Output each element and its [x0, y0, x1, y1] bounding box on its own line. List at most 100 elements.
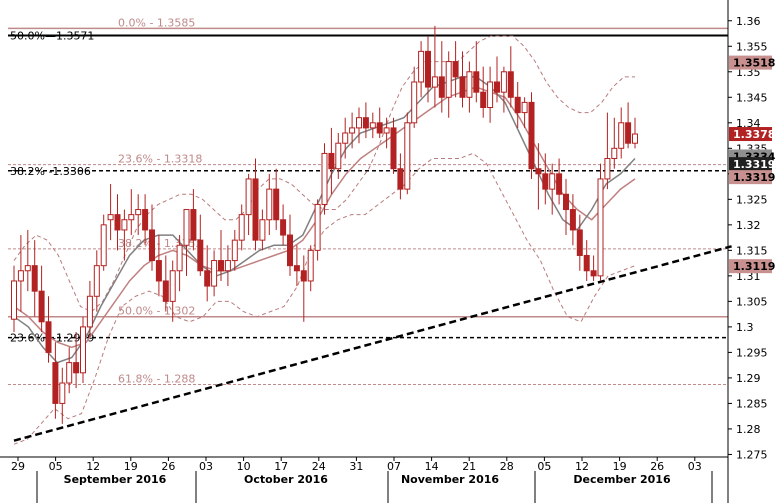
candle-body: [52, 362, 59, 404]
candle-body: [245, 178, 252, 216]
candle-body: [445, 61, 452, 98]
candle-body: [176, 244, 183, 272]
candle-body: [507, 71, 514, 98]
candle-body: [356, 117, 362, 129]
candle-body: [218, 260, 224, 272]
candle-body: [459, 76, 466, 98]
price-badge-text: 1.3378: [733, 128, 775, 141]
candle-body: [563, 193, 569, 211]
candle-body: [11, 280, 17, 320]
candle-body: [142, 209, 149, 231]
candle-body: [411, 81, 418, 124]
candle-body: [38, 290, 45, 323]
month-label: October 2016: [244, 473, 328, 486]
month-label: December 2016: [573, 473, 671, 486]
y-tick-label: 1.29: [736, 372, 761, 385]
candle-body: [80, 326, 86, 374]
x-tick-label: 07: [387, 460, 401, 473]
candle-body: [204, 270, 211, 287]
x-tick-label: 17: [274, 460, 288, 473]
fib-label: 50.0% - 1.302: [118, 305, 195, 318]
candle-body: [238, 214, 245, 241]
candle-body: [114, 214, 121, 231]
candle-body: [24, 265, 31, 272]
candle-body: [121, 219, 128, 231]
candle-body: [542, 173, 549, 190]
candle-body: [576, 229, 583, 256]
candle-body: [369, 122, 376, 129]
candle: [528, 92, 535, 179]
candle: [597, 163, 604, 281]
candle-body: [438, 76, 445, 98]
y-tick-label: 1.3: [736, 321, 754, 334]
x-tick-label: 19: [613, 460, 627, 473]
candle-body: [31, 265, 38, 292]
x-tick-label: 03: [688, 460, 702, 473]
y-tick-label: 1.36: [736, 15, 761, 28]
candle-body: [307, 249, 314, 282]
candle-body: [397, 168, 404, 190]
candle-body: [17, 270, 24, 282]
y-tick-label: 1.305: [736, 295, 768, 308]
candle-body: [494, 81, 500, 93]
candle-body: [300, 270, 307, 282]
candle-body: [293, 265, 300, 272]
fib-label: 38.2% -1.3306: [10, 165, 91, 178]
x-tick-label: 03: [199, 460, 213, 473]
fib-label: 0.0% - 1.3585: [118, 16, 195, 29]
candle-body: [280, 219, 287, 236]
x-tick-label: 19: [124, 460, 138, 473]
x-tick-label: 12: [86, 460, 100, 473]
candle-body: [390, 127, 397, 170]
candle-body: [625, 122, 632, 144]
candle-body: [473, 71, 480, 93]
candle-body: [556, 173, 563, 195]
price-chart[interactable]: 0.0% - 1.358523.6% - 1.331838.2% - 1.315…: [0, 0, 779, 503]
candle-body: [107, 214, 114, 221]
candle-body: [287, 234, 293, 267]
candle: [404, 112, 411, 195]
candle-body: [259, 219, 266, 241]
candle-body: [252, 178, 259, 241]
candle-body: [342, 132, 349, 144]
y-tick-label: 1.325: [736, 193, 768, 206]
candle-body: [190, 209, 197, 241]
candle-body: [590, 270, 597, 277]
candle-body: [86, 295, 93, 328]
y-tick-label: 1.28: [736, 423, 761, 436]
candle-body: [93, 265, 100, 297]
candle-body: [197, 239, 204, 272]
candle-body: [231, 239, 238, 262]
candle-body: [549, 173, 556, 190]
price-badge: 1.3319: [729, 157, 775, 172]
x-tick-label: 21: [462, 460, 476, 473]
y-tick-label: 1.275: [736, 448, 768, 461]
x-tick-label: 14: [425, 460, 439, 473]
candle-body: [224, 260, 231, 272]
candle-body: [604, 158, 611, 180]
price-badge: 1.3319: [729, 170, 775, 185]
fib-label: 50.0%—1.3571: [10, 30, 94, 43]
price-badge: 1.3378: [729, 127, 775, 142]
candle-body: [349, 127, 356, 134]
candle-body: [183, 209, 190, 246]
x-tick-label: 29: [11, 460, 25, 473]
candle-body: [314, 203, 321, 251]
candle-body: [162, 280, 169, 302]
candle-body: [376, 122, 383, 134]
candle-body: [632, 133, 638, 144]
candle-body: [431, 76, 438, 88]
x-tick-label: 24: [312, 460, 326, 473]
candle-body: [611, 147, 618, 160]
x-tick-label: 05: [537, 460, 551, 473]
candle-body: [383, 127, 390, 134]
candle-body: [321, 152, 328, 205]
y-tick-label: 1.285: [736, 397, 768, 410]
x-tick-label: 05: [49, 460, 63, 473]
price-badge-text: 1.3119: [733, 260, 775, 273]
x-tick-label: 10: [237, 460, 251, 473]
candle-body: [618, 122, 625, 149]
candle-body: [128, 214, 135, 221]
price-badge-text: 1.3319: [733, 158, 775, 171]
candle-body: [569, 209, 576, 231]
